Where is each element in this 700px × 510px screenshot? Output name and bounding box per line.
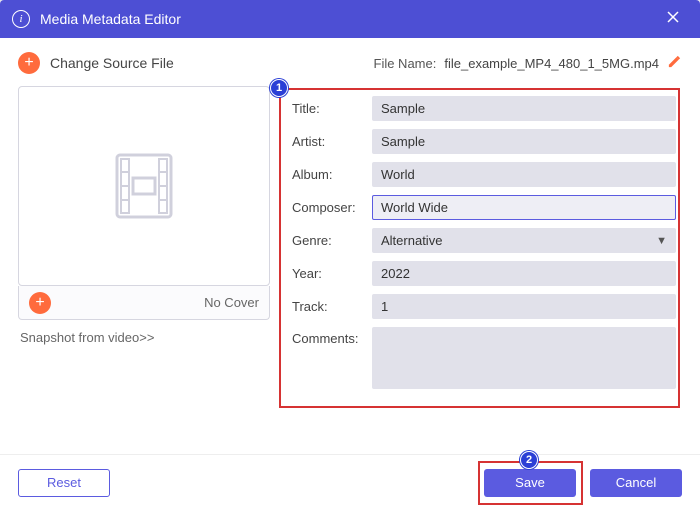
cover-column: + No Cover Snapshot from video>> bbox=[18, 86, 270, 408]
pencil-icon bbox=[667, 54, 682, 69]
change-source-label: Change Source File bbox=[50, 55, 174, 71]
row-artist: Artist: bbox=[292, 129, 676, 154]
content: + Change Source File File Name: file_exa… bbox=[0, 38, 700, 422]
window: i Media Metadata Editor + Change Source … bbox=[0, 0, 700, 510]
label-artist: Artist: bbox=[292, 134, 372, 149]
cover-preview bbox=[18, 86, 270, 286]
info-icon: i bbox=[12, 10, 30, 28]
input-title[interactable] bbox=[372, 96, 676, 121]
label-title: Title: bbox=[292, 101, 372, 116]
input-track[interactable] bbox=[372, 294, 676, 319]
footer: Reset 2 Save Cancel bbox=[0, 454, 700, 510]
cancel-button[interactable]: Cancel bbox=[590, 469, 682, 497]
row-composer: Composer: bbox=[292, 195, 676, 220]
chevron-down-icon: ▼ bbox=[656, 235, 667, 247]
footer-right-buttons: 2 Save Cancel bbox=[484, 469, 682, 497]
annotation-badge-1: 1 bbox=[270, 79, 288, 97]
select-genre[interactable]: Alternative ▼ bbox=[372, 228, 676, 253]
window-title: Media Metadata Editor bbox=[40, 11, 658, 27]
add-cover-button[interactable]: + bbox=[29, 292, 51, 314]
annotation-badge-2: 2 bbox=[520, 451, 538, 469]
video-placeholder-icon bbox=[99, 141, 189, 231]
input-composer[interactable] bbox=[372, 195, 676, 220]
main: + No Cover Snapshot from video>> 1 Title… bbox=[18, 86, 682, 408]
close-icon bbox=[666, 10, 680, 24]
label-genre: Genre: bbox=[292, 233, 372, 248]
row-comments: Comments: bbox=[292, 327, 676, 394]
reset-button[interactable]: Reset bbox=[18, 469, 110, 497]
label-album: Album: bbox=[292, 167, 372, 182]
label-composer: Composer: bbox=[292, 200, 372, 215]
row-album: Album: bbox=[292, 162, 676, 187]
input-album[interactable] bbox=[372, 162, 676, 187]
filename-label: File Name: bbox=[374, 56, 437, 71]
save-button[interactable]: Save bbox=[484, 469, 576, 497]
input-comments[interactable] bbox=[372, 327, 676, 389]
change-source-button[interactable]: + Change Source File bbox=[18, 52, 174, 74]
input-artist[interactable] bbox=[372, 129, 676, 154]
row-title: Title: bbox=[292, 96, 676, 121]
close-button[interactable] bbox=[658, 10, 688, 29]
select-genre-value: Alternative bbox=[381, 233, 442, 248]
titlebar: i Media Metadata Editor bbox=[0, 0, 700, 38]
no-cover-label: No Cover bbox=[204, 295, 259, 310]
form-column: 1 Title: Artist: Album: bbox=[288, 86, 682, 408]
input-year[interactable] bbox=[372, 261, 676, 286]
row-year: Year: bbox=[292, 261, 676, 286]
row-track: Track: bbox=[292, 294, 676, 319]
filename-block: File Name: file_example_MP4_480_1_5MG.mp… bbox=[374, 54, 683, 72]
metadata-form: Title: Artist: Album: Composer: bbox=[288, 86, 682, 408]
label-year: Year: bbox=[292, 266, 372, 281]
label-track: Track: bbox=[292, 299, 372, 314]
top-row: + Change Source File File Name: file_exa… bbox=[18, 52, 682, 74]
snapshot-link[interactable]: Snapshot from video>> bbox=[18, 330, 270, 345]
label-comments: Comments: bbox=[292, 327, 372, 346]
plus-icon: + bbox=[18, 52, 40, 74]
edit-filename-button[interactable] bbox=[667, 54, 682, 72]
cover-bar: + No Cover bbox=[18, 286, 270, 320]
filename-value: file_example_MP4_480_1_5MG.mp4 bbox=[444, 56, 659, 71]
row-genre: Genre: Alternative ▼ bbox=[292, 228, 676, 253]
